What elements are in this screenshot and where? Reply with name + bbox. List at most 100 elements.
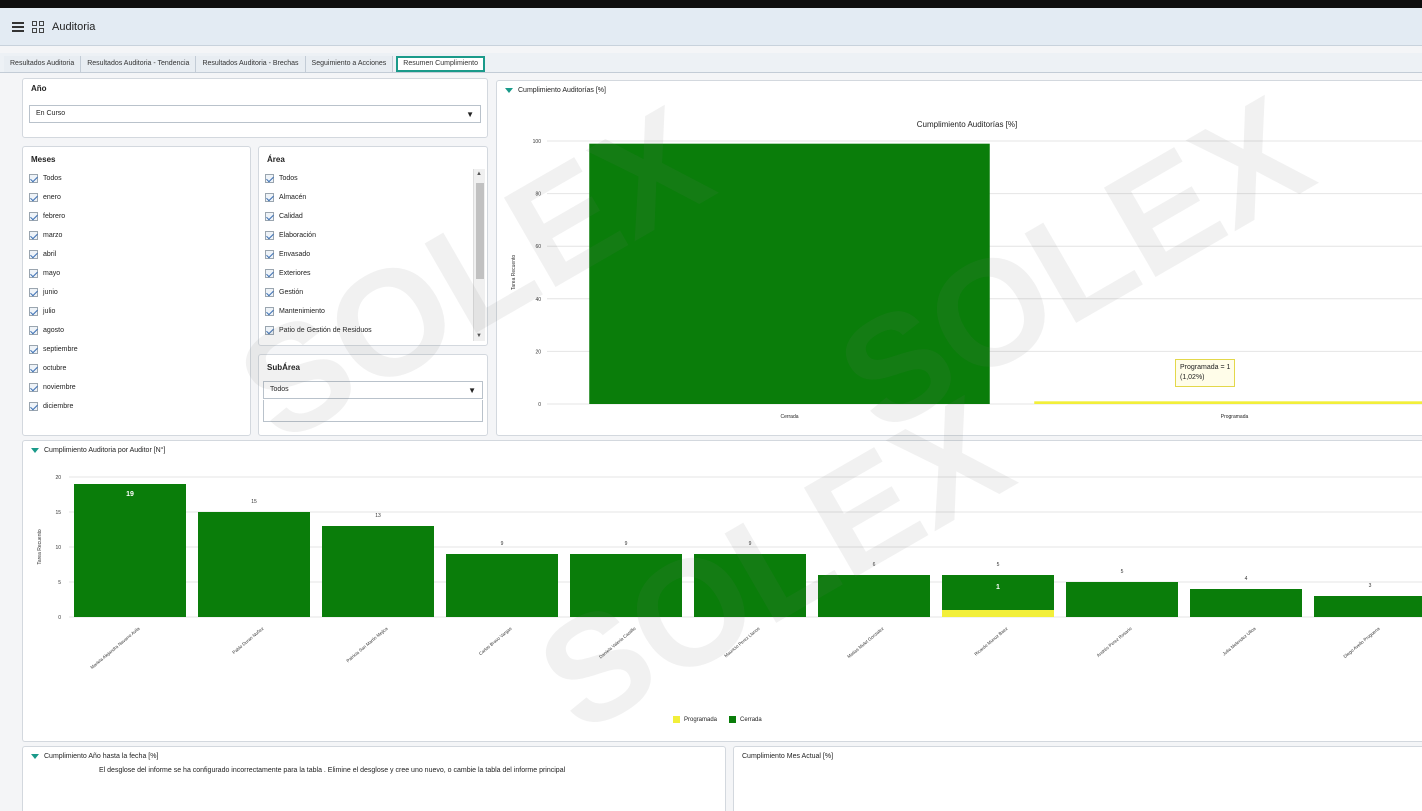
checkbox-checked-icon[interactable] — [265, 269, 274, 278]
legend-label-programada: Programada — [684, 716, 718, 723]
checkbox-checked-icon[interactable] — [265, 326, 274, 335]
dropdown-arrow-icon: ▼ — [468, 386, 476, 395]
mes-option[interactable]: julio — [29, 302, 78, 321]
area-option[interactable]: Envasado — [265, 245, 372, 264]
scroll-up-icon[interactable]: ▲ — [476, 171, 482, 177]
checkbox-checked-icon[interactable] — [29, 174, 38, 183]
checkbox-checked-icon[interactable] — [29, 364, 38, 373]
anio-label: Año — [31, 84, 47, 93]
area-option[interactable]: Elaboración — [265, 226, 372, 245]
legend-item-cerrada[interactable]: Cerrada — [729, 716, 762, 723]
bar-cerrada — [1314, 596, 1422, 617]
checkbox-checked-icon[interactable] — [29, 326, 38, 335]
area-option[interactable]: Todos — [265, 169, 372, 188]
bar-cerrada — [1066, 582, 1178, 617]
y-tick-label: 20 — [55, 475, 61, 481]
area-option-label: Patio de Gestión de Residuos — [279, 327, 372, 334]
checkbox-checked-icon[interactable] — [29, 269, 38, 278]
area-option[interactable]: Mantenimiento — [265, 302, 372, 321]
mes-option[interactable]: mayo — [29, 264, 78, 283]
mes-option-label: febrero — [43, 213, 66, 220]
mes-option-label: septiembre — [43, 346, 78, 353]
area-scrollbar-thumb[interactable] — [476, 183, 484, 279]
mes-option[interactable]: marzo — [29, 226, 78, 245]
tab-resultados-tendencia[interactable]: Resultados Auditoria - Tendencia — [81, 56, 197, 72]
mes-option-label: octubre — [43, 365, 67, 372]
checkbox-checked-icon[interactable] — [265, 250, 274, 259]
subarea-select[interactable]: Todos ▼ — [263, 381, 483, 399]
cumplimiento-mes-panel: Cumplimiento Mes Actual [%] — [733, 746, 1422, 811]
checkbox-checked-icon[interactable] — [29, 383, 38, 392]
mes-option[interactable]: Todos — [29, 169, 78, 188]
chart-bottom-legend: Programada Cerrada — [673, 716, 774, 723]
area-option-label: Todos — [279, 175, 298, 182]
mes-option[interactable]: septiembre — [29, 340, 78, 359]
mes-option-label: mayo — [43, 270, 61, 277]
checkbox-checked-icon[interactable] — [29, 193, 38, 202]
bar-value-label: 5 — [1121, 569, 1124, 575]
bar-programada — [1034, 401, 1422, 404]
checkbox-checked-icon[interactable] — [29, 402, 38, 411]
tab-resultados-auditoria[interactable]: Resultados Auditoria — [4, 56, 82, 72]
checkbox-checked-icon[interactable] — [29, 250, 38, 259]
area-option[interactable]: Patio de Gestión de Residuos — [265, 321, 372, 340]
checkbox-checked-icon[interactable] — [265, 307, 274, 316]
legend-item-programada[interactable]: Programada — [673, 716, 717, 723]
legend-swatch-programada — [673, 716, 680, 723]
chart-bottom-svg: 05101520Tarea Recuento19Mariela Alejandr… — [37, 475, 1422, 670]
cumplimiento-auditor-panel: Cumplimiento Auditoria por Auditor [N°] … — [22, 440, 1422, 742]
checkbox-checked-icon[interactable] — [265, 231, 274, 240]
bar-inner-label: 1 — [996, 584, 1000, 591]
menu-icon[interactable] — [12, 21, 24, 32]
anio-select[interactable]: En Curso ▼ — [29, 105, 481, 123]
x-tick-label: Matias Mulet Gonzalez — [846, 625, 885, 659]
y-tick-label: 10 — [55, 545, 61, 551]
area-option-label: Envasado — [279, 251, 311, 258]
tab-seguimiento-acciones[interactable]: Seguimiento a Acciones — [305, 56, 394, 72]
anio-filter-panel: Año En Curso ▼ — [22, 78, 488, 138]
y-tick-label: 40 — [535, 297, 541, 303]
mes-option[interactable]: febrero — [29, 207, 78, 226]
checkbox-checked-icon[interactable] — [29, 345, 38, 354]
mes-option[interactable]: diciembre — [29, 397, 78, 416]
x-tick-label: Programada — [1221, 414, 1249, 420]
mes-option[interactable]: enero — [29, 188, 78, 207]
meses-filter-panel: Meses Todos enero febrero marzo abril mayo jun… — [22, 146, 251, 436]
subarea-label: SubÁrea — [267, 363, 300, 372]
checkbox-checked-icon[interactable] — [265, 174, 274, 183]
mes-option[interactable]: abril — [29, 245, 78, 264]
bar-value-label: 9 — [501, 541, 504, 547]
tab-resumen-cumplimiento[interactable]: Resumen Cumplimiento — [396, 56, 485, 72]
y-tick-label: 5 — [58, 580, 61, 586]
mes-option[interactable]: octubre — [29, 359, 78, 378]
area-scrollbar[interactable]: ▲ ▼ — [473, 169, 485, 341]
mes-option[interactable]: noviembre — [29, 378, 78, 397]
tab-resultados-brechas[interactable]: Resultados Auditoria - Brechas — [196, 56, 306, 72]
bar-value-label: 6 — [873, 562, 876, 568]
filter-icon[interactable] — [31, 753, 39, 759]
mes-option[interactable]: junio — [29, 283, 78, 302]
checkbox-checked-icon[interactable] — [265, 212, 274, 221]
area-option[interactable]: Exteriores — [265, 264, 372, 283]
checkbox-checked-icon[interactable] — [265, 193, 274, 202]
bar-value-label: 19 — [126, 491, 134, 498]
x-tick-label: Carlos Bravo Vargas — [478, 625, 513, 656]
area-option[interactable]: Almacén — [265, 188, 372, 207]
area-option[interactable]: Gestión — [265, 283, 372, 302]
x-tick-label: Ricardo Munoz Baez — [973, 625, 1009, 656]
bar-value-label: 4 — [1245, 576, 1248, 582]
checkbox-checked-icon[interactable] — [29, 212, 38, 221]
bar-cerrada — [694, 554, 806, 617]
checkbox-checked-icon[interactable] — [265, 288, 274, 297]
mes-option[interactable]: agosto — [29, 321, 78, 340]
x-tick-label: Julia Melendez Ulloa — [1222, 626, 1257, 657]
bar-value-label: 5 — [997, 562, 1000, 568]
area-option[interactable]: Calidad — [265, 207, 372, 226]
checkbox-checked-icon[interactable] — [29, 231, 38, 240]
scroll-down-icon[interactable]: ▼ — [476, 333, 482, 339]
checkbox-checked-icon[interactable] — [29, 288, 38, 297]
error-message: El desglose del informe se ha configurad… — [99, 767, 566, 774]
bar-value-label: 15 — [251, 499, 257, 505]
apps-grid-icon[interactable] — [32, 20, 44, 33]
checkbox-checked-icon[interactable] — [29, 307, 38, 316]
